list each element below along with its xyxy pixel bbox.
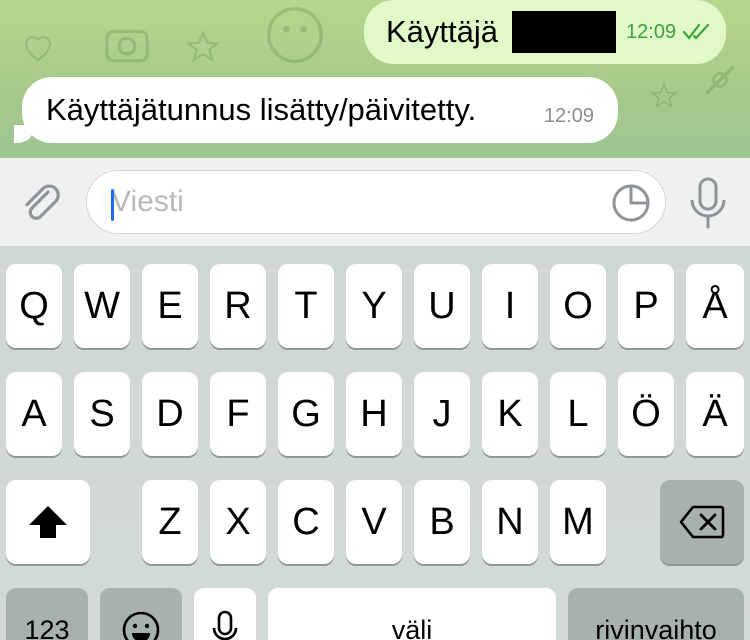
onscreen-keyboard: Q W E R T Y U I O P Å A S D F G H J K L … <box>0 246 750 640</box>
key-o-umlaut[interactable]: Ö <box>618 372 674 456</box>
key-k[interactable]: K <box>482 372 538 456</box>
key-a-umlaut[interactable]: Ä <box>686 372 744 456</box>
key-p[interactable]: P <box>618 264 674 348</box>
incoming-message-text: Käyttäjätunnus lisätty/päivitetty. <box>46 92 477 127</box>
sticker-icon[interactable] <box>611 183 651 223</box>
key-l[interactable]: L <box>550 372 606 456</box>
chat-background: Käyttäjä 12:09 Käyttäjätunnus lisätty/pä… <box>0 0 750 158</box>
key-h[interactable]: H <box>346 372 402 456</box>
doodle-star-icon <box>186 30 220 63</box>
key-q[interactable]: Q <box>6 264 62 348</box>
key-t[interactable]: T <box>278 264 334 348</box>
key-b[interactable]: B <box>414 480 470 564</box>
delete-key[interactable] <box>660 480 744 564</box>
key-m[interactable]: M <box>550 480 606 564</box>
key-i[interactable]: I <box>482 264 538 348</box>
key-z[interactable]: Z <box>142 480 198 564</box>
emoji-icon <box>122 611 160 640</box>
key-v[interactable]: V <box>346 480 402 564</box>
key-e[interactable]: E <box>142 264 198 348</box>
key-u[interactable]: U <box>414 264 470 348</box>
emoji-key[interactable] <box>100 588 182 640</box>
dictation-key[interactable] <box>194 588 256 640</box>
key-y[interactable]: Y <box>346 264 402 348</box>
key-j[interactable]: J <box>414 372 470 456</box>
key-a[interactable]: A <box>6 372 62 456</box>
read-ticks-icon <box>682 23 710 40</box>
key-s[interactable]: S <box>74 372 130 456</box>
key-r[interactable]: R <box>210 264 266 348</box>
outgoing-message-time: 12:09 <box>626 20 677 43</box>
return-key[interactable]: rivinvaihto <box>568 588 744 640</box>
incoming-message-bubble[interactable]: Käyttäjätunnus lisätty/päivitetty. 12:09 <box>22 77 618 143</box>
key-n[interactable]: N <box>482 480 538 564</box>
message-input-placeholder: Viesti <box>111 185 184 218</box>
message-input[interactable]: Viesti <box>86 170 666 234</box>
doodle-face-icon <box>267 7 323 63</box>
key-o[interactable]: O <box>550 264 606 348</box>
shift-key[interactable] <box>6 480 90 564</box>
space-key[interactable]: väli <box>268 588 556 640</box>
key-c[interactable]: C <box>278 480 334 564</box>
incoming-message-time: 12:09 <box>543 105 594 127</box>
backspace-icon <box>679 505 725 539</box>
key-d[interactable]: D <box>142 372 198 456</box>
shift-arrow-icon <box>29 506 67 538</box>
key-g[interactable]: G <box>278 372 334 456</box>
outgoing-message-text: Käyttäjä <box>386 14 499 49</box>
redacted-block <box>512 11 617 53</box>
doodle-candy-icon <box>705 65 735 95</box>
key-x[interactable]: X <box>210 480 266 564</box>
doodle-camera-icon <box>105 29 149 63</box>
text-caret <box>111 189 114 221</box>
key-w[interactable]: W <box>74 264 130 348</box>
doodle-heart-icon <box>24 36 52 62</box>
key-a-ring[interactable]: Å <box>686 264 744 348</box>
key-f[interactable]: F <box>210 372 266 456</box>
outgoing-message-bubble[interactable]: Käyttäjä 12:09 <box>364 0 726 64</box>
paperclip-icon[interactable] <box>18 180 66 228</box>
numbers-key[interactable]: 123 <box>6 588 88 640</box>
dictation-mic-icon <box>212 610 238 640</box>
message-input-bar: Viesti <box>0 158 750 246</box>
doodle-star-small-icon <box>650 82 678 109</box>
microphone-icon[interactable] <box>686 176 730 230</box>
